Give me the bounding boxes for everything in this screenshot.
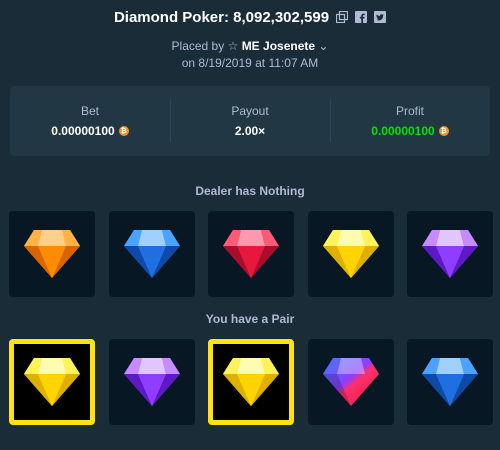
gem-card xyxy=(407,211,493,297)
purple-gem-icon xyxy=(422,230,478,278)
bitcoin-icon: ₿ xyxy=(118,126,129,136)
orange-gem-icon xyxy=(24,230,80,278)
profit-value-row: 0.00000100 ₿ xyxy=(371,124,449,138)
payout-label: Payout xyxy=(231,104,269,118)
copy-icon[interactable] xyxy=(335,11,348,24)
placed-info: Placed by ☆ ME Josenete ⌄ on 8/19/2019 a… xyxy=(0,38,500,72)
gem-card xyxy=(9,211,95,297)
placed-date: on 8/19/2019 at 11:07 AM xyxy=(181,56,319,70)
bet-header: Diamond Poker: 8,092,302,599 xyxy=(0,0,500,34)
chevron-down-icon[interactable]: ⌄ xyxy=(318,39,328,53)
user-name[interactable]: ME Josenete xyxy=(242,39,315,53)
placed-prefix: Placed by xyxy=(171,39,225,53)
dealer-hand xyxy=(0,211,500,297)
blue-gem-icon xyxy=(123,230,180,278)
gem-card xyxy=(108,339,195,425)
multicolor-gem-icon xyxy=(322,358,379,406)
bet-label: Bet xyxy=(80,104,99,118)
star-icon: ☆ xyxy=(227,39,239,53)
yellow-gem-icon xyxy=(24,358,80,406)
player-label: You have a Pair xyxy=(205,312,295,326)
gem-card xyxy=(407,339,493,425)
bet-stat: Bet 0.00000100 ₿ xyxy=(10,86,170,156)
player-hand xyxy=(0,339,500,425)
yellow-gem-icon xyxy=(322,230,379,278)
bet-title: Diamond Poker: 8,092,302,599 xyxy=(113,8,330,26)
profit-label: Profit xyxy=(395,104,424,118)
payout-stat: Payout 2.00× xyxy=(170,86,330,156)
gem-card xyxy=(208,339,294,425)
dealer-label: Dealer has Nothing xyxy=(195,184,305,198)
purple-gem-icon xyxy=(123,358,180,406)
gem-card xyxy=(108,211,195,297)
red-gem-icon xyxy=(223,230,279,278)
payout-value: 2.00× xyxy=(234,124,266,138)
bitcoin-icon: ₿ xyxy=(438,126,449,136)
gem-card xyxy=(9,339,95,425)
profit-stat: Profit 0.00000100 ₿ xyxy=(330,86,490,156)
facebook-icon[interactable] xyxy=(354,11,367,24)
twitter-icon[interactable] xyxy=(373,11,386,24)
blue-gem-icon xyxy=(422,358,478,406)
yellow-gem-icon xyxy=(223,358,279,406)
bet-value-row: 0.00000100 ₿ xyxy=(51,124,129,138)
gem-card xyxy=(208,211,294,297)
bet-value: 0.00000100 xyxy=(51,124,115,138)
gem-card xyxy=(307,339,394,425)
gem-card xyxy=(307,211,394,297)
stats-panel: Bet 0.00000100 ₿ Payout 2.00× Profit 0.0… xyxy=(10,86,490,156)
profit-value: 0.00000100 xyxy=(371,124,435,138)
